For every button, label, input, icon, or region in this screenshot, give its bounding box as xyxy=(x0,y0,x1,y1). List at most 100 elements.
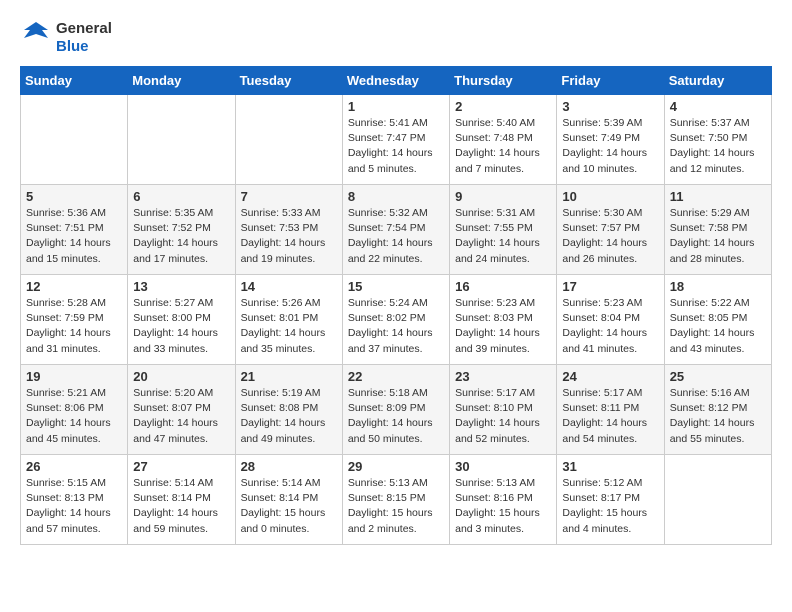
logo-blue: Blue xyxy=(56,38,112,56)
header: General Blue xyxy=(20,20,772,56)
day-info: Sunrise: 5:41 AMSunset: 7:47 PMDaylight:… xyxy=(348,116,444,177)
day-number: 14 xyxy=(241,279,337,294)
day-info: Sunrise: 5:20 AMSunset: 8:07 PMDaylight:… xyxy=(133,386,229,447)
calendar-header-cell: Saturday xyxy=(664,67,771,95)
day-number: 29 xyxy=(348,459,444,474)
day-info: Sunrise: 5:19 AMSunset: 8:08 PMDaylight:… xyxy=(241,386,337,447)
calendar-header-cell: Tuesday xyxy=(235,67,342,95)
calendar-day-cell: 30Sunrise: 5:13 AMSunset: 8:16 PMDayligh… xyxy=(450,455,557,545)
calendar-header-row: SundayMondayTuesdayWednesdayThursdayFrid… xyxy=(21,67,772,95)
day-info: Sunrise: 5:36 AMSunset: 7:51 PMDaylight:… xyxy=(26,206,122,267)
day-number: 8 xyxy=(348,189,444,204)
calendar-day-cell: 13 Sunrise: 5:27 AMSunset: 8:00 PMDayligh… xyxy=(128,275,235,365)
day-info: Sunrise: 5:18 AMSunset: 8:09 PMDaylight:… xyxy=(348,386,444,447)
day-info: Sunrise: 5:21 AMSunset: 8:06 PMDaylight:… xyxy=(26,386,122,447)
day-info: Sunrise: 5:13 AMSunset: 8:16 PMDaylight:… xyxy=(455,476,551,537)
day-info: Sunrise: 5:17 AMSunset: 8:10 PMDaylight:… xyxy=(455,386,551,447)
calendar-day-cell: 20Sunrise: 5:20 AMSunset: 8:07 PMDayligh… xyxy=(128,365,235,455)
day-number: 26 xyxy=(26,459,122,474)
day-info: Sunrise: 5:35 AMSunset: 7:52 PMDaylight:… xyxy=(133,206,229,267)
calendar-day-cell: 4Sunrise: 5:37 AMSunset: 7:50 PMDaylight… xyxy=(664,95,771,185)
day-info: Sunrise: 5:12 AMSunset: 8:17 PMDaylight:… xyxy=(562,476,658,537)
day-number: 7 xyxy=(241,189,337,204)
calendar-day-cell: 25 Sunrise: 5:16 AMSunset: 8:12 PMDayligh… xyxy=(664,365,771,455)
day-info: Sunrise: 5:14 AMSunset: 8:14 PMDaylight:… xyxy=(241,476,337,537)
day-number: 15 xyxy=(348,279,444,294)
calendar-day-cell: 24 Sunrise: 5:17 AMSunset: 8:11 PMDayligh… xyxy=(557,365,664,455)
calendar-header-cell: Friday xyxy=(557,67,664,95)
day-info: Sunrise: 5:32 AMSunset: 7:54 PMDaylight:… xyxy=(348,206,444,267)
calendar-day-cell: 31 Sunrise: 5:12 AMSunset: 8:17 PMDayligh… xyxy=(557,455,664,545)
day-number: 13 xyxy=(133,279,229,294)
day-number: 21 xyxy=(241,369,337,384)
calendar-header-cell: Wednesday xyxy=(342,67,449,95)
calendar-week-row: 12Sunrise: 5:28 AMSunset: 7:59 PMDayligh… xyxy=(21,275,772,365)
logo-general: General xyxy=(56,20,112,38)
calendar-day-cell: 14Sunrise: 5:26 AMSunset: 8:01 PMDayligh… xyxy=(235,275,342,365)
calendar-day-cell: 26 Sunrise: 5:15 AMSunset: 8:13 PMDayligh… xyxy=(21,455,128,545)
calendar-body: 1Sunrise: 5:41 AMSunset: 7:47 PMDaylight… xyxy=(21,95,772,545)
calendar-header-cell: Thursday xyxy=(450,67,557,95)
calendar-week-row: 26 Sunrise: 5:15 AMSunset: 8:13 PMDayligh… xyxy=(21,455,772,545)
day-info: Sunrise: 5:16 AMSunset: 8:12 PMDaylight:… xyxy=(670,386,766,447)
calendar-day-cell: 3 Sunrise: 5:39 AMSunset: 7:49 PMDaylight… xyxy=(557,95,664,185)
calendar-day-cell: 29Sunrise: 5:13 AMSunset: 8:15 PMDayligh… xyxy=(342,455,449,545)
calendar-day-cell: 6 Sunrise: 5:35 AMSunset: 7:52 PMDaylight… xyxy=(128,185,235,275)
calendar-day-cell: 1Sunrise: 5:41 AMSunset: 7:47 PMDaylight… xyxy=(342,95,449,185)
day-number: 22 xyxy=(348,369,444,384)
logo-bird-icon xyxy=(20,20,52,56)
day-info: Sunrise: 5:27 AMSunset: 8:00 PMDaylight:… xyxy=(133,296,229,357)
calendar-day-cell: 8 Sunrise: 5:32 AMSunset: 7:54 PMDaylight… xyxy=(342,185,449,275)
calendar-day-cell: 11Sunrise: 5:29 AMSunset: 7:58 PMDayligh… xyxy=(664,185,771,275)
day-number: 5 xyxy=(26,189,122,204)
calendar-day-cell: 27 Sunrise: 5:14 AMSunset: 8:14 PMDayligh… xyxy=(128,455,235,545)
day-number: 3 xyxy=(562,99,658,114)
day-info: Sunrise: 5:15 AMSunset: 8:13 PMDaylight:… xyxy=(26,476,122,537)
calendar-day-cell: 22 Sunrise: 5:18 AMSunset: 8:09 PMDayligh… xyxy=(342,365,449,455)
day-info: Sunrise: 5:33 AMSunset: 7:53 PMDaylight:… xyxy=(241,206,337,267)
day-number: 25 xyxy=(670,369,766,384)
calendar-day-cell: 16 Sunrise: 5:23 AMSunset: 8:03 PMDayligh… xyxy=(450,275,557,365)
day-info: Sunrise: 5:37 AMSunset: 7:50 PMDaylight:… xyxy=(670,116,766,177)
day-info: Sunrise: 5:17 AMSunset: 8:11 PMDaylight:… xyxy=(562,386,658,447)
calendar-day-cell xyxy=(128,95,235,185)
calendar-week-row: 19 Sunrise: 5:21 AMSunset: 8:06 PMDayligh… xyxy=(21,365,772,455)
calendar-day-cell: 2 Sunrise: 5:40 AMSunset: 7:48 PMDaylight… xyxy=(450,95,557,185)
day-info: Sunrise: 5:23 AMSunset: 8:03 PMDaylight:… xyxy=(455,296,551,357)
day-number: 9 xyxy=(455,189,551,204)
day-number: 2 xyxy=(455,99,551,114)
logo-container: General Blue xyxy=(20,20,112,56)
logo: General Blue xyxy=(20,20,112,56)
calendar-table: SundayMondayTuesdayWednesdayThursdayFrid… xyxy=(20,66,772,545)
day-number: 23 xyxy=(455,369,551,384)
calendar-day-cell: 23 Sunrise: 5:17 AMSunset: 8:10 PMDayligh… xyxy=(450,365,557,455)
day-number: 19 xyxy=(26,369,122,384)
day-number: 24 xyxy=(562,369,658,384)
day-info: Sunrise: 5:40 AMSunset: 7:48 PMDaylight:… xyxy=(455,116,551,177)
day-info: Sunrise: 5:23 AMSunset: 8:04 PMDaylight:… xyxy=(562,296,658,357)
day-info: Sunrise: 5:39 AMSunset: 7:49 PMDaylight:… xyxy=(562,116,658,177)
day-info: Sunrise: 5:30 AMSunset: 7:57 PMDaylight:… xyxy=(562,206,658,267)
day-info: Sunrise: 5:14 AMSunset: 8:14 PMDaylight:… xyxy=(133,476,229,537)
day-number: 10 xyxy=(562,189,658,204)
calendar-day-cell: 17Sunrise: 5:23 AMSunset: 8:04 PMDayligh… xyxy=(557,275,664,365)
day-number: 31 xyxy=(562,459,658,474)
day-number: 12 xyxy=(26,279,122,294)
calendar-day-cell: 21 Sunrise: 5:19 AMSunset: 8:08 PMDayligh… xyxy=(235,365,342,455)
day-number: 27 xyxy=(133,459,229,474)
day-number: 28 xyxy=(241,459,337,474)
calendar-day-cell: 18Sunrise: 5:22 AMSunset: 8:05 PMDayligh… xyxy=(664,275,771,365)
calendar-day-cell: 19 Sunrise: 5:21 AMSunset: 8:06 PMDayligh… xyxy=(21,365,128,455)
calendar-day-cell xyxy=(21,95,128,185)
calendar-week-row: 5 Sunrise: 5:36 AMSunset: 7:51 PMDaylight… xyxy=(21,185,772,275)
calendar-header-cell: Monday xyxy=(128,67,235,95)
calendar-day-cell: 7 Sunrise: 5:33 AMSunset: 7:53 PMDaylight… xyxy=(235,185,342,275)
calendar-day-cell: 5 Sunrise: 5:36 AMSunset: 7:51 PMDaylight… xyxy=(21,185,128,275)
calendar-day-cell: 15Sunrise: 5:24 AMSunset: 8:02 PMDayligh… xyxy=(342,275,449,365)
calendar-week-row: 1Sunrise: 5:41 AMSunset: 7:47 PMDaylight… xyxy=(21,95,772,185)
day-number: 16 xyxy=(455,279,551,294)
logo-text: General Blue xyxy=(56,20,112,56)
day-number: 18 xyxy=(670,279,766,294)
calendar-header-cell: Sunday xyxy=(21,67,128,95)
day-number: 6 xyxy=(133,189,229,204)
